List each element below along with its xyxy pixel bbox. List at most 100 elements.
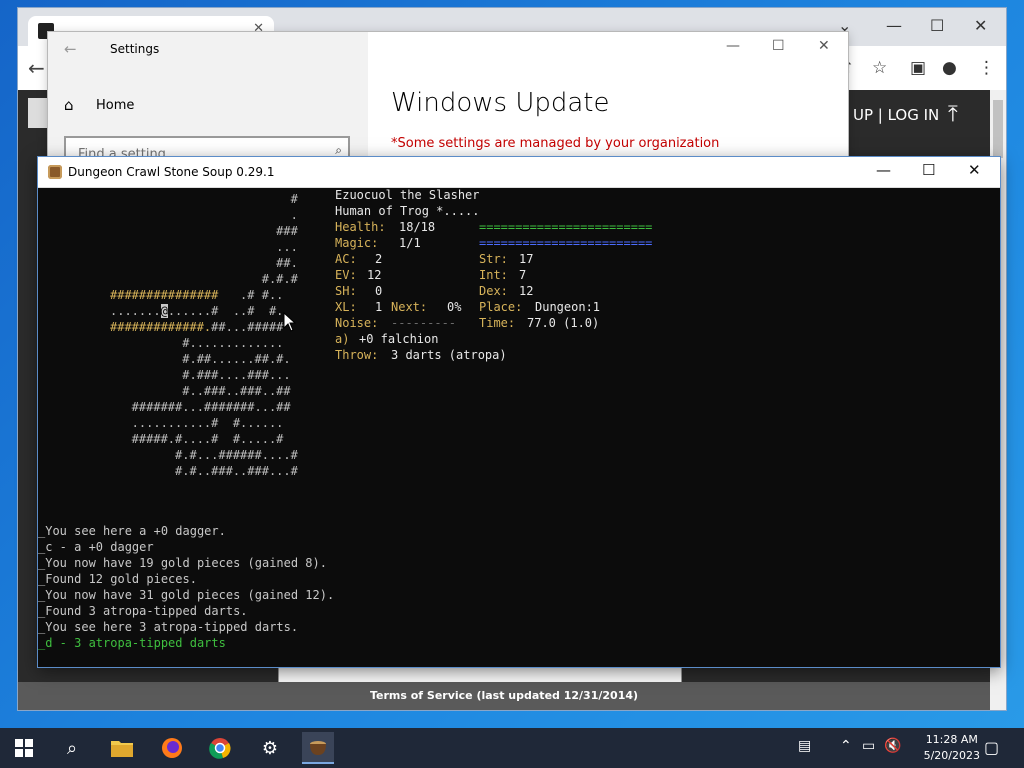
xl-label: XL: <box>335 300 357 314</box>
dcss-window-title: Dungeon Crawl Stone Soup 0.29.1 <box>68 165 275 179</box>
message-line-latest: _d - 3 atropa-tipped darts <box>38 636 226 650</box>
xl-value: 1 <box>375 300 383 314</box>
message-line: _You see here a +0 dagger. <box>38 524 226 538</box>
dex-value: 12 <box>519 284 534 298</box>
map-row: ... <box>110 240 298 254</box>
map-row: . <box>110 208 298 222</box>
minimize-icon[interactable]: — <box>886 16 902 35</box>
message-line: _You see here 3 atropa-tipped darts. <box>38 620 299 634</box>
map-row: ##. <box>110 256 298 270</box>
settings-sidebar: ← Settings ⌂ Home ⌕ <box>48 32 368 172</box>
file-explorer-icon[interactable] <box>106 732 138 764</box>
map-row: .......@......# ..# #. <box>110 303 283 319</box>
settings-window[interactable]: ← Settings ⌂ Home ⌕ — ☐ ✕ Windows Update… <box>48 32 848 172</box>
magic-label: Magic: <box>335 236 379 250</box>
dcss-taskbar-icon[interactable] <box>302 732 334 764</box>
news-widget-icon[interactable]: ▤ <box>798 738 811 754</box>
sh-value: 0 <box>375 284 383 298</box>
place-value: Dungeon:1 <box>535 300 601 314</box>
volume-muted-icon[interactable]: 🔇 <box>884 738 901 754</box>
next-label: Next: <box>391 300 428 314</box>
weapon-value: +0 falchion <box>359 332 439 346</box>
network-icon[interactable]: ▭ <box>862 738 875 754</box>
player-glyph: @ <box>160 304 168 318</box>
map-row: #.###....###... <box>110 368 291 382</box>
clock-time: 11:28 AM <box>925 733 978 746</box>
sidebar-icon[interactable]: ▣ <box>910 58 926 78</box>
dcss-app-icon <box>48 165 62 179</box>
dex-label: Dex: <box>479 284 508 298</box>
maximize-icon[interactable]: ☐ <box>772 38 785 54</box>
time-label: Time: <box>479 316 516 330</box>
map-row: ############### .# #.. <box>110 287 283 303</box>
ac-label: AC: <box>335 252 357 266</box>
star-icon[interactable]: ☆ <box>872 58 887 78</box>
place-label: Place: <box>479 300 523 314</box>
close-icon[interactable]: ✕ <box>974 16 987 35</box>
clock-date: 5/20/2023 <box>923 749 980 762</box>
scrollbar-thumb[interactable] <box>993 100 1003 158</box>
health-bar: ======================== <box>479 220 653 234</box>
map-row: # <box>110 192 298 206</box>
throw-label: Throw: <box>335 348 379 362</box>
map-row: ### <box>110 224 298 238</box>
close-icon[interactable]: ✕ <box>968 161 981 179</box>
str-label: Str: <box>479 252 508 266</box>
map-segment: ......# ..# #. <box>167 304 284 318</box>
firefox-logo-icon <box>162 738 182 758</box>
back-arrow-icon[interactable]: ← <box>64 40 77 58</box>
magic-bar: ======================== <box>479 236 653 250</box>
character-name: Ezuocuol the Slasher <box>335 188 480 202</box>
minimize-icon[interactable]: — <box>726 38 740 54</box>
message-line: _Found 12 gold pieces. <box>38 572 197 586</box>
map-row: #.#..###..###...# <box>110 464 298 478</box>
scroll-top-icon[interactable]: ⤒ <box>948 102 958 127</box>
start-button[interactable] <box>8 732 40 764</box>
character-species: Human of Trog *..... <box>335 204 480 218</box>
search-icon[interactable]: ⌕ <box>56 732 88 764</box>
map-wall-segment: #############. <box>110 320 212 334</box>
dcss-window[interactable]: Dungeon Crawl Stone Soup 0.29.1 — ☐ ✕ # … <box>38 157 1000 667</box>
int-label: Int: <box>479 268 508 282</box>
system-clock[interactable]: 11:28 AM 5/20/2023 <box>924 732 980 764</box>
close-icon[interactable]: ✕ <box>818 38 830 54</box>
map-row: #############.##...##### <box>110 319 283 335</box>
mouse-cursor-icon <box>283 312 297 332</box>
firefox-icon[interactable] <box>156 732 188 764</box>
magic-value: 1/1 <box>399 236 421 250</box>
minimize-icon[interactable]: — <box>876 161 891 179</box>
message-line: _You now have 19 gold pieces (gained 8). <box>38 556 327 570</box>
maximize-icon[interactable]: ☐ <box>922 161 935 179</box>
next-value: 0% <box>447 300 462 314</box>
map-row: #######...#######...## <box>110 400 291 414</box>
taskbar: ⌕ ⚙ ▤ ⌃ ▭ 🔇 11:28 AM 5/20/2023 ▢ <box>0 728 1024 768</box>
settings-gear-icon[interactable]: ⚙ <box>254 732 286 764</box>
dcss-titlebar[interactable]: Dungeon Crawl Stone Soup 0.29.1 — ☐ ✕ <box>38 157 1000 188</box>
home-icon: ⌂ <box>64 96 74 114</box>
terms-footer[interactable]: Terms of Service (last updated 12/31/201… <box>18 682 990 710</box>
chrome-logo-icon <box>209 738 231 759</box>
message-line: _Found 3 atropa-tipped darts. <box>38 604 248 618</box>
message-line: _You now have 31 gold pieces (gained 12)… <box>38 588 335 602</box>
noise-value: --------- <box>391 316 457 330</box>
maximize-icon[interactable]: ☐ <box>930 16 944 35</box>
settings-home-link[interactable]: Home <box>96 98 134 113</box>
login-link[interactable]: UP | LOG IN <box>853 106 939 124</box>
settings-title: Settings <box>110 42 160 56</box>
str-value: 17 <box>519 252 534 266</box>
chevron-up-icon[interactable]: ⌃ <box>840 738 852 754</box>
chrome-icon[interactable] <box>204 732 236 764</box>
menu-icon[interactable]: ⋮ <box>978 58 995 78</box>
map-row: #####.#....# #.....# <box>110 432 284 446</box>
int-value: 7 <box>519 268 527 282</box>
notification-icon[interactable]: ▢ <box>984 738 999 757</box>
map-segment: ##...##### <box>211 320 284 334</box>
map-row: #.#...######....# <box>110 448 298 462</box>
health-label: Health: <box>335 220 386 234</box>
throw-value: 3 darts (atropa) <box>391 348 507 362</box>
back-arrow-icon[interactable]: ← <box>28 56 45 80</box>
profile-icon[interactable]: ● <box>942 58 957 78</box>
managed-settings-note[interactable]: *Some settings are managed by your organ… <box>391 136 719 151</box>
game-screen[interactable]: # . ### ... ##. #.#.# ############### .#… <box>38 187 1000 667</box>
ac-value: 2 <box>375 252 383 266</box>
